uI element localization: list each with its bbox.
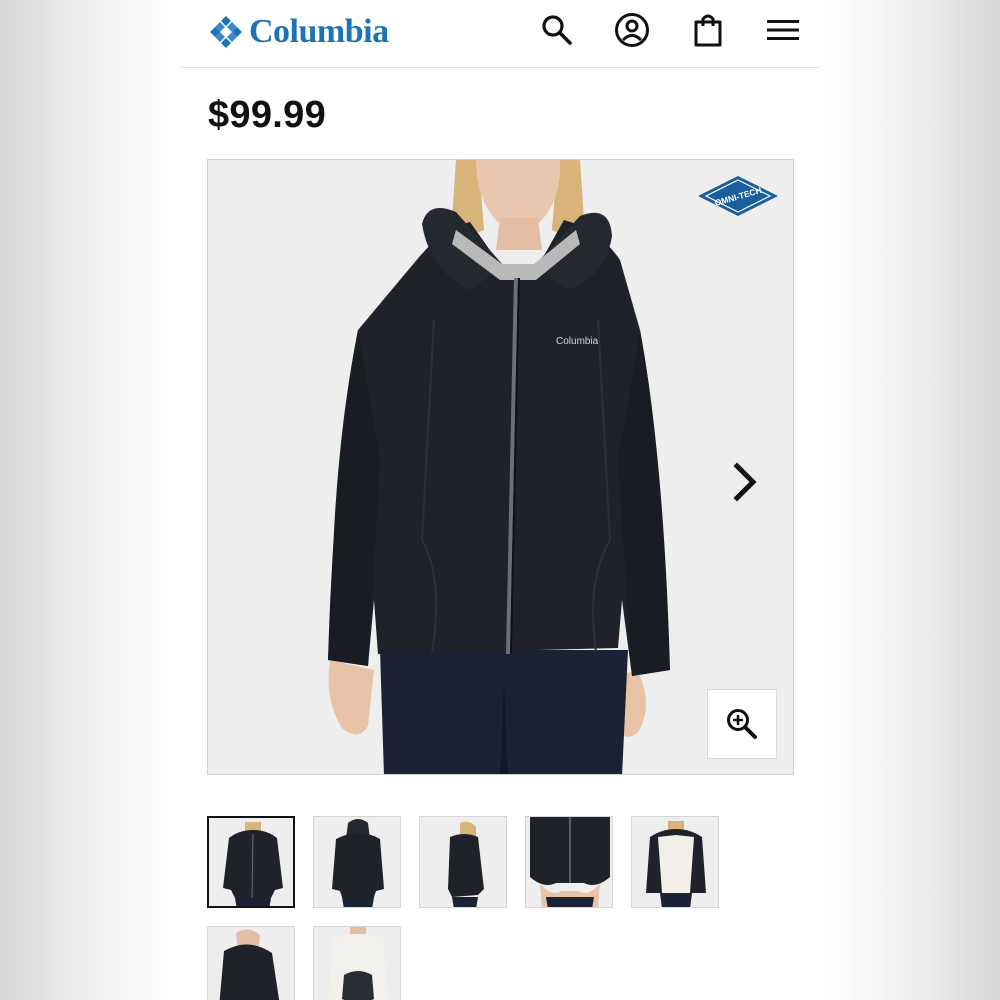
shopping-bag-icon[interactable] [690,12,726,48]
menu-icon[interactable] [765,12,801,48]
brand-name: Columbia [249,13,389,50]
thumbnail-3[interactable] [419,816,507,908]
product-page: Columbia $99.99 Columbia OMNI-TECH [180,0,821,1000]
thumbnail-image [328,927,388,1000]
thumbnail-2[interactable] [313,816,401,908]
search-icon[interactable] [539,12,575,48]
omni-tech-badge: OMNI-TECH [698,176,778,216]
product-price: $99.99 [208,94,327,136]
product-image-carousel[interactable]: Columbia OMNI-TECH [207,159,794,775]
account-icon[interactable] [614,12,650,48]
zoom-button[interactable] [707,689,777,759]
thumbnail-4[interactable] [525,816,613,908]
thumbnail-image [646,821,706,907]
chest-logo: Columbia [556,336,599,347]
thumbnail-image [223,822,283,906]
jacket-hero-image: Columbia [328,160,670,774]
thumbnail-image [219,929,280,1000]
thumbnail-5[interactable] [631,816,719,908]
thumbnail-6[interactable] [207,926,295,1000]
columbia-diamond-icon [210,16,242,48]
thumbnail-image [332,819,384,907]
thumbnail-image [530,817,610,907]
zoom-in-icon [727,709,757,739]
thumbnail-1[interactable] [207,816,295,908]
brand-logo[interactable]: Columbia [207,12,389,52]
thumbnail-image [448,821,484,907]
site-header: Columbia [180,0,821,68]
chevron-right-icon[interactable] [730,460,760,504]
thumbnail-7[interactable] [313,926,401,1000]
